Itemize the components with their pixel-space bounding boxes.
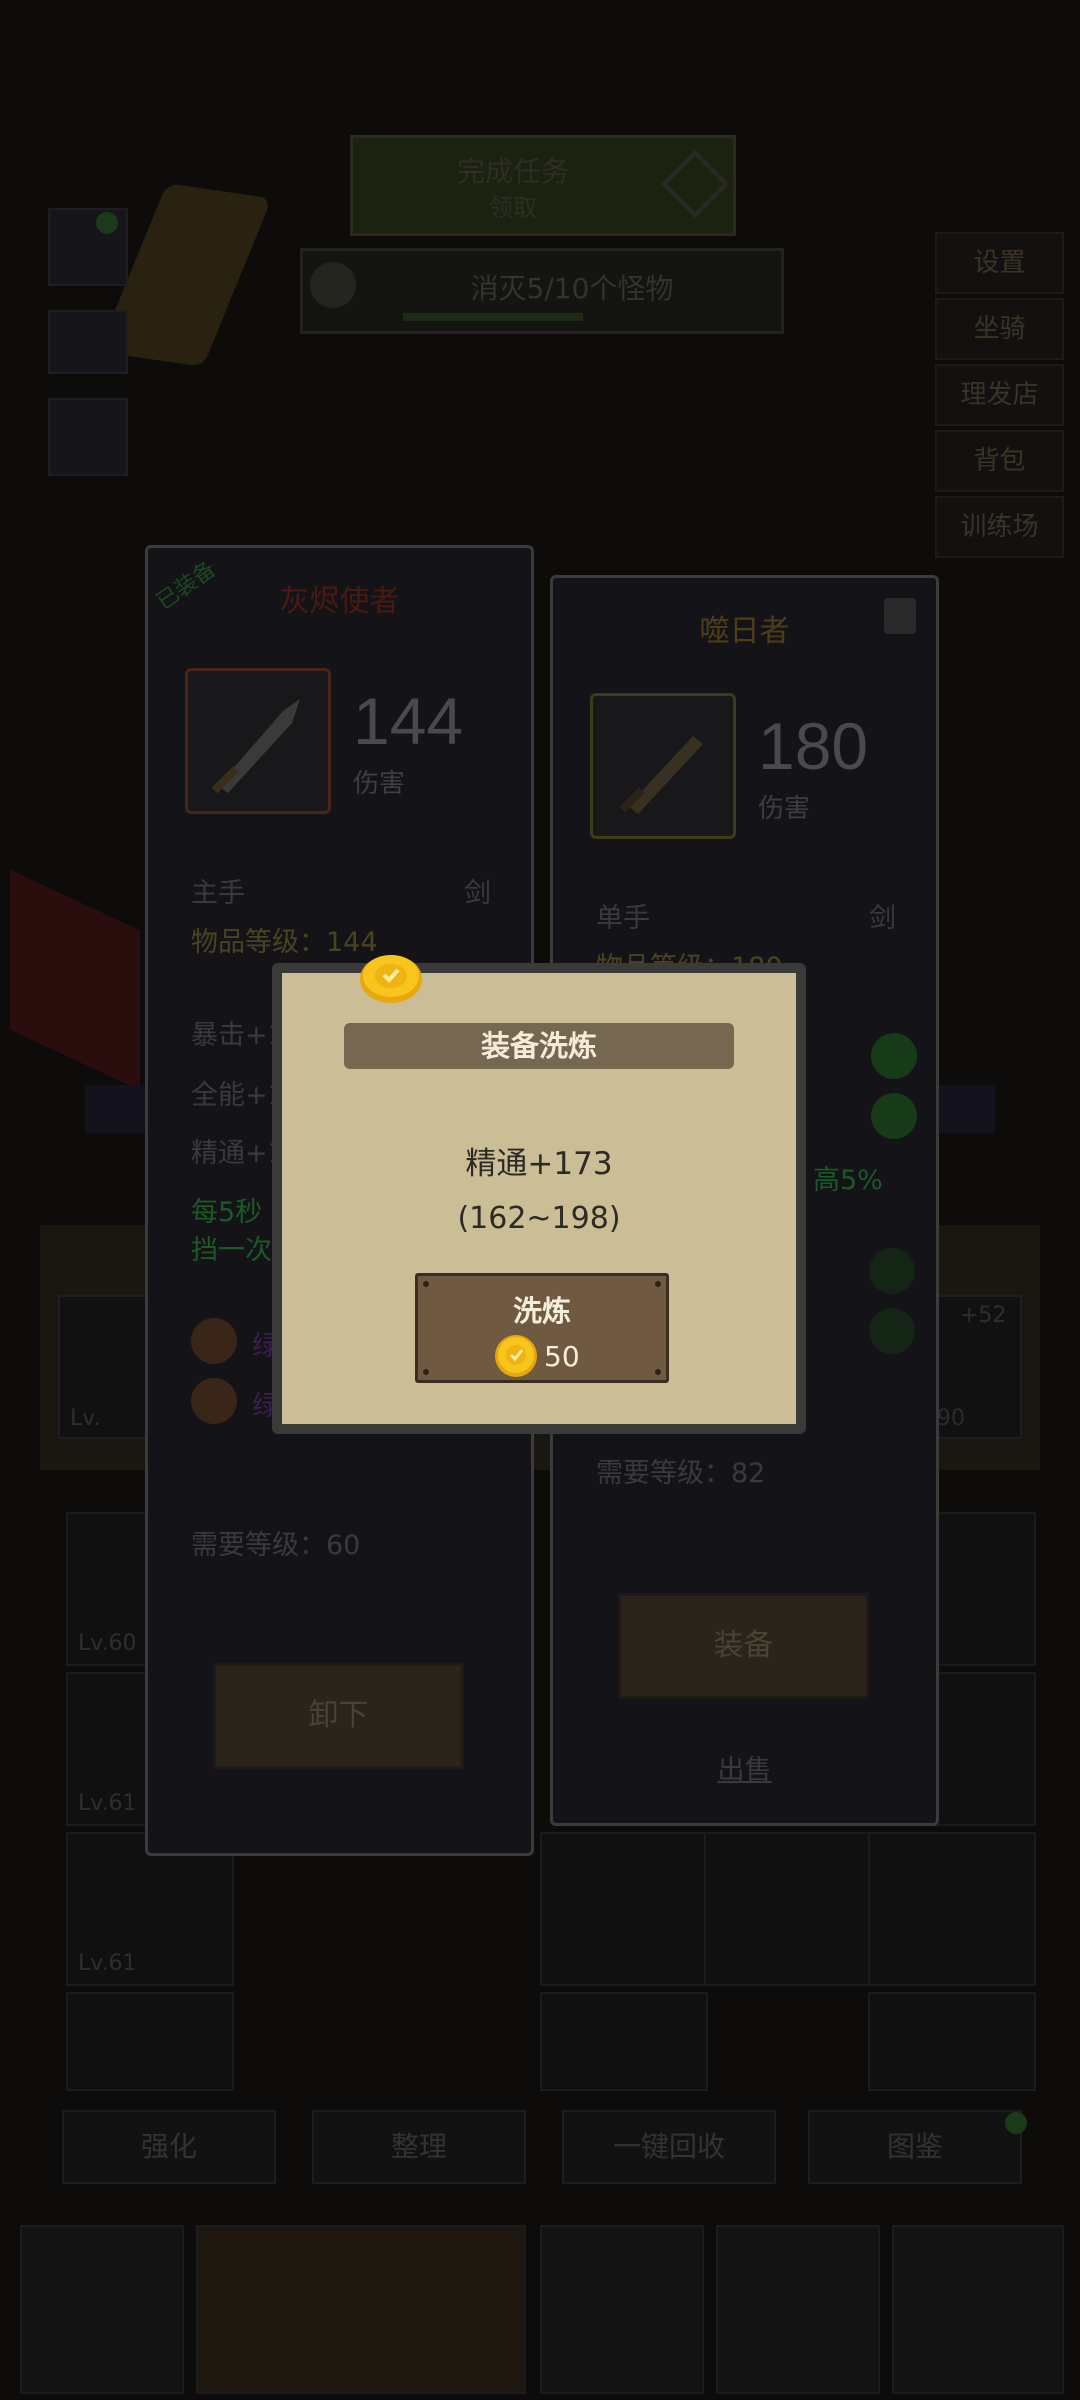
sword-icon	[590, 693, 736, 839]
event-banner-title: 完成任务	[456, 155, 569, 188]
menu-settings[interactable]: 设置	[935, 232, 1064, 294]
weapon-type: 剑	[464, 878, 491, 909]
event-banner[interactable]: 完成任务 领取	[350, 135, 736, 236]
unequip-button[interactable]: 卸下	[213, 1663, 464, 1769]
dialog-title: 装备洗炼	[344, 1023, 734, 1069]
refine-cost: 50	[494, 1334, 580, 1378]
slot-level: Lv.61	[78, 1951, 137, 1976]
refine-cost-value: 50	[544, 1339, 580, 1373]
tab-enhance[interactable]: 强化	[62, 2110, 276, 2184]
nail-decoration	[655, 1281, 661, 1287]
damage-label: 伤害	[758, 794, 811, 824]
slot-label: 主手	[191, 878, 245, 909]
event-banner-subtitle: 领取	[489, 194, 537, 222]
menu-barber[interactable]: 理发店	[935, 364, 1064, 426]
equip-button[interactable]: 装备	[618, 1593, 869, 1699]
tab-sort[interactable]: 整理	[312, 2110, 526, 2184]
bag-slot[interactable]	[66, 1992, 234, 2091]
tab-recycle-all[interactable]: 一键回收	[562, 2110, 776, 2184]
gold-coin-icon	[360, 955, 422, 1003]
quest-text: 消灭5/10个怪物	[470, 272, 674, 305]
stat-mastery: 精通+1	[191, 1138, 285, 1169]
bag-slot[interactable]	[868, 1832, 1036, 1986]
gold-coin-icon	[495, 1335, 537, 1377]
item-name: 灰烬使者	[279, 584, 400, 619]
slot-label: 单手	[596, 903, 650, 934]
nav-equipment-icon[interactable]	[196, 2225, 526, 2394]
refine-range: (162~198)	[457, 1201, 621, 1236]
arrow-up-icon	[871, 1093, 917, 1139]
required-level: 需要等级：82	[596, 1458, 766, 1489]
wardrobe-icon[interactable]	[48, 398, 128, 476]
slot-plus: +52	[960, 1303, 1007, 1328]
menu-mount[interactable]: 坐骑	[935, 298, 1064, 360]
damage-value: 180	[758, 709, 869, 783]
stat-versatility: 全能+1	[191, 1080, 285, 1111]
quest-icon	[310, 262, 356, 308]
effect-text: 高5%	[813, 1165, 883, 1196]
quest-progress-bar	[403, 313, 583, 321]
item-level: 物品等级：144	[191, 927, 378, 958]
nail-decoration	[655, 1369, 661, 1375]
nail-decoration	[423, 1281, 429, 1287]
bag-slot[interactable]	[540, 1992, 708, 2091]
slot-level: Lv.60	[78, 1631, 137, 1656]
lock-icon[interactable]	[884, 598, 916, 634]
refine-button[interactable]: 洗炼 50	[415, 1273, 669, 1383]
refresh-icon[interactable]	[869, 1308, 915, 1354]
effect-line-2: 挡一次	[191, 1235, 272, 1266]
gem-socket-icon	[191, 1318, 237, 1364]
red-flag-decoration	[10, 869, 140, 1091]
refine-button-label: 洗炼	[512, 1294, 571, 1328]
nav-character-icon[interactable]	[20, 2225, 184, 2394]
menu-training[interactable]: 训练场	[935, 496, 1064, 558]
bag-slot[interactable]	[704, 1832, 872, 1986]
stat-crit: 暴击+1	[191, 1020, 285, 1051]
slot-level: Lv.	[70, 1406, 101, 1431]
notification-dot	[1005, 2112, 1027, 2134]
refine-stat: 精通+173	[465, 1146, 613, 1182]
nav-shop-icon[interactable]	[540, 2225, 704, 2394]
refine-dialog: 装备洗炼 精通+173 (162~198) 洗炼 50	[272, 955, 806, 1434]
slot-level: Lv.61	[78, 1791, 137, 1816]
damage-label: 伤害	[353, 769, 406, 799]
arrow-up-icon	[871, 1033, 917, 1079]
quest-tracker[interactable]: 消灭5/10个怪物	[300, 248, 784, 334]
mail-icon[interactable]	[48, 310, 128, 374]
nav-skill-icon[interactable]	[716, 2225, 880, 2394]
nav-town-icon[interactable]	[892, 2225, 1064, 2394]
refresh-icon[interactable]	[869, 1248, 915, 1294]
sword-icon	[185, 668, 331, 814]
bag-slot[interactable]	[868, 1992, 1036, 2091]
sell-link[interactable]: 出售	[553, 1748, 936, 1787]
item-name: 噬日者	[699, 614, 790, 649]
notification-dot	[96, 212, 118, 234]
nail-decoration	[423, 1369, 429, 1375]
gem-socket-icon	[191, 1378, 237, 1424]
menu-backpack[interactable]: 背包	[935, 430, 1064, 492]
bag-slot[interactable]	[540, 1832, 708, 1986]
required-level: 需要等级：60	[191, 1530, 361, 1561]
weapon-type: 剑	[869, 903, 896, 934]
damage-value: 144	[353, 684, 464, 758]
tab-codex[interactable]: 图鉴	[808, 2110, 1022, 2184]
effect-line-1: 每5秒	[191, 1197, 263, 1228]
